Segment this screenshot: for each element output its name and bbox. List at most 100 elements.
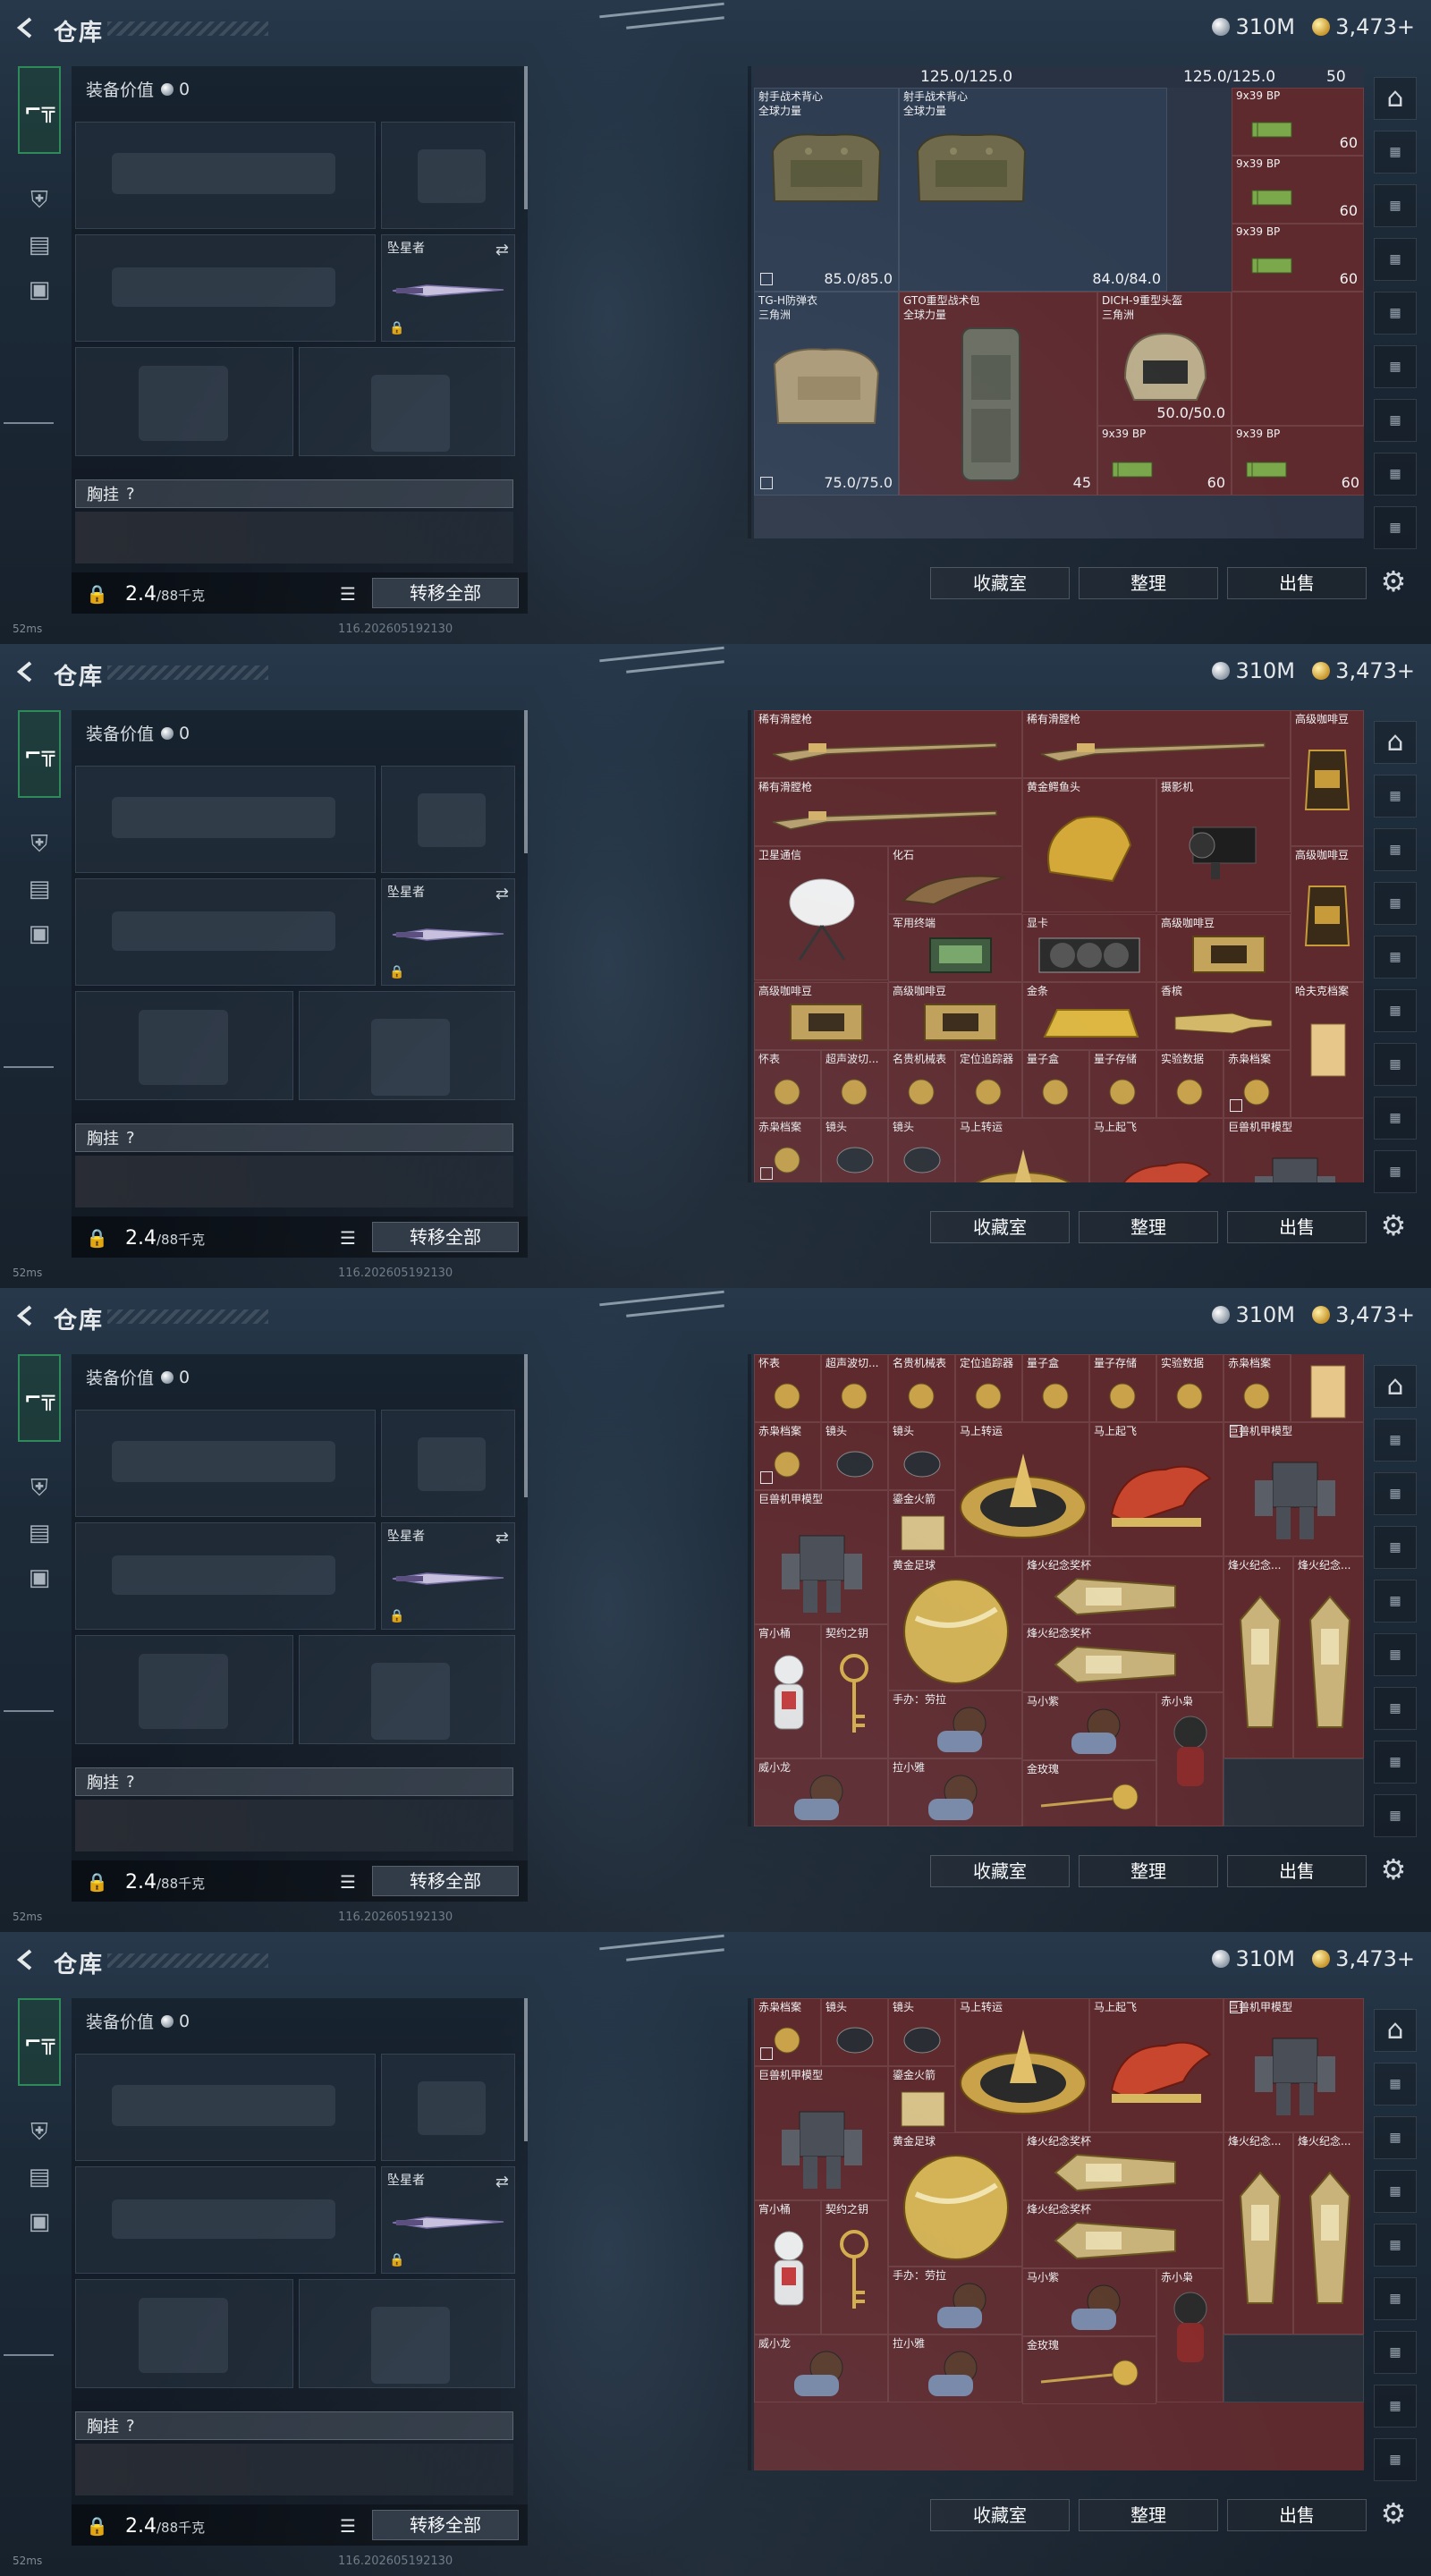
stash-empty-cell[interactable] bbox=[1232, 292, 1364, 426]
stash-item[interactable]: 鎏金火箭 bbox=[888, 2066, 955, 2134]
stash-grid[interactable]: 怀表 超声波切... 名贵机械表 定位追踪器 量子盒 量子存储 实验数据 赤枭档案 赤枭档案 镜头… bbox=[754, 1354, 1364, 1826]
vest-item[interactable]: 射手战术背心 全球力量 84.0/84.0 bbox=[899, 88, 1167, 292]
sell-button[interactable]: 出售 bbox=[1227, 1211, 1367, 1243]
stash-item[interactable]: 烽火纪念... bbox=[1293, 2132, 1364, 2334]
stash-page-5[interactable]: ▦ bbox=[1374, 1633, 1417, 1676]
stash-item[interactable]: 黄金足球 bbox=[888, 2132, 1022, 2267]
stash-item[interactable]: 马上转运 bbox=[955, 1118, 1089, 1182]
stash-item[interactable]: 金条 bbox=[1022, 982, 1156, 1050]
stash-item[interactable]: 马上起飞 bbox=[1089, 1422, 1224, 1556]
stash-item[interactable]: 名贵机械表 bbox=[888, 1354, 955, 1422]
stash-item[interactable]: 烽火纪念... bbox=[1293, 1556, 1364, 1758]
stash-page-6[interactable]: ▦ bbox=[1374, 399, 1417, 442]
stash-page-2[interactable]: ▦ bbox=[1374, 828, 1417, 871]
transfer-all-button[interactable]: 转移全部 bbox=[372, 1222, 519, 1252]
stash-item[interactable]: 赤枭档案 bbox=[754, 1422, 821, 1490]
silver-currency[interactable]: 310M bbox=[1212, 14, 1295, 39]
chest-rig-slot[interactable] bbox=[75, 2444, 513, 2496]
vest-item[interactable]: 射手战术背心 全球力量 85.0/85.0 bbox=[754, 88, 899, 292]
stash-item[interactable]: 巨兽机甲模型 bbox=[1224, 1118, 1364, 1182]
melee-slot[interactable]: 坠星者 ⇄ 🔒 bbox=[381, 2166, 515, 2274]
secondary-weapon-slot[interactable] bbox=[75, 1522, 376, 1630]
stash-item[interactable]: 化石 bbox=[888, 846, 1022, 914]
stash-page-4[interactable]: ▦ bbox=[1374, 2224, 1417, 2267]
stash-item[interactable]: 高级咖啡豆 bbox=[1291, 846, 1364, 982]
nav-weapon-tab[interactable]: ⌐╦ bbox=[18, 66, 61, 154]
stash-page-1[interactable]: ▦ bbox=[1374, 775, 1417, 818]
primary-weapon-slot[interactable] bbox=[75, 766, 376, 873]
help-icon[interactable]: ? bbox=[126, 2417, 135, 2436]
backpack-item[interactable]: GTO重型战术包 全球力量 45 bbox=[899, 292, 1097, 496]
stash-item[interactable]: 超声波切... bbox=[821, 1354, 888, 1422]
silver-currency[interactable]: 310M bbox=[1212, 658, 1295, 683]
equipment-scrollbar[interactable] bbox=[524, 1998, 528, 2141]
stash-grid[interactable]: 125.0/125.0 125.0/125.0 50 射手战术背心 全球力量 85.0/8… bbox=[754, 66, 1364, 538]
stash-page-6[interactable]: ▦ bbox=[1374, 1043, 1417, 1086]
helmet-slot[interactable] bbox=[75, 347, 293, 456]
stash-item[interactable]: 巨兽机甲模型 bbox=[754, 2066, 888, 2200]
stash-item[interactable]: 赤枭档案 bbox=[1224, 1050, 1291, 1118]
stash-item[interactable]: 高级咖啡豆 bbox=[1156, 914, 1291, 982]
secondary-weapon-slot[interactable] bbox=[75, 878, 376, 986]
swap-icon[interactable]: ⇄ bbox=[495, 241, 509, 259]
stash-item[interactable]: 定位追踪器 bbox=[955, 1354, 1022, 1422]
stash-scrollbar[interactable] bbox=[748, 1998, 751, 2470]
stash-item[interactable]: 稀有滑膛枪 bbox=[754, 778, 1022, 846]
stash-item[interactable]: 烽火纪念奖杯 bbox=[1022, 2132, 1224, 2200]
helmet-slot[interactable] bbox=[75, 2279, 293, 2388]
transfer-all-button[interactable]: 转移全部 bbox=[372, 1866, 519, 1896]
helmet-slot[interactable] bbox=[75, 1635, 293, 1744]
stash-item[interactable]: 赤枭档案 bbox=[754, 1998, 821, 2066]
stash-item[interactable]: 高级咖啡豆 bbox=[754, 982, 888, 1050]
stash-item[interactable]: 名贵机械表 bbox=[888, 1050, 955, 1118]
stash-item[interactable]: 烽火纪念... bbox=[1224, 2132, 1293, 2334]
stash-item[interactable]: 马小紫 bbox=[1022, 1692, 1156, 1760]
nav-armor-tab[interactable]: ⛨ bbox=[18, 1467, 61, 1510]
stash-item[interactable]: 量子存储 bbox=[1089, 1050, 1156, 1118]
stash-item[interactable]: 定位追踪器 bbox=[955, 1050, 1022, 1118]
transfer-all-button[interactable]: 转移全部 bbox=[372, 578, 519, 608]
chest-rig-slot[interactable] bbox=[75, 1800, 513, 1852]
stash-page-7[interactable]: ▦ bbox=[1374, 1097, 1417, 1140]
stash-item[interactable]: 金玫瑰 bbox=[1022, 2336, 1156, 2404]
stash-item[interactable]: 稀有滑膛枪 bbox=[1022, 710, 1291, 778]
back-button[interactable] bbox=[13, 1302, 41, 1331]
stash-item[interactable] bbox=[1291, 1354, 1364, 1422]
stash-page-8[interactable]: ▦ bbox=[1374, 2438, 1417, 2481]
gold-currency[interactable]: 3,473+ bbox=[1312, 1946, 1415, 1971]
stash-grid[interactable]: 赤枭档案 镜头 镜头 马上转运 马上起飞 巨兽机甲模型 巨兽机甲模型 鎏金火箭 黄金足球 烽火纪念… bbox=[754, 1998, 1364, 2470]
melee-slot[interactable]: 坠星者 ⇄ 🔒 bbox=[381, 234, 515, 342]
stash-scrollbar[interactable] bbox=[748, 710, 751, 1182]
gold-currency[interactable]: 3,473+ bbox=[1312, 658, 1415, 683]
nav-weapon-tab[interactable]: ⌐╦ bbox=[18, 1354, 61, 1442]
stash-item[interactable]: 香槟 bbox=[1156, 982, 1291, 1050]
settings-gear-icon[interactable]: ⚙ bbox=[1376, 1852, 1411, 1887]
swap-icon[interactable]: ⇄ bbox=[495, 2173, 509, 2191]
ammo-item[interactable]: 9x39 BP 60 bbox=[1232, 88, 1364, 156]
stash-page-3[interactable]: ▦ bbox=[1374, 238, 1417, 281]
pistol-slot[interactable] bbox=[381, 1410, 515, 1517]
stash-item[interactable]: 赤枭档案 bbox=[754, 1118, 821, 1182]
stash-page-1[interactable]: ▦ bbox=[1374, 131, 1417, 174]
back-button[interactable] bbox=[13, 14, 41, 43]
transfer-all-button[interactable]: 转移全部 bbox=[372, 2510, 519, 2540]
collection-room-button[interactable]: 收藏室 bbox=[930, 567, 1070, 599]
collection-room-button[interactable]: 收藏室 bbox=[930, 2499, 1070, 2531]
collection-room-button[interactable]: 收藏室 bbox=[930, 1211, 1070, 1243]
stash-empty-cell[interactable] bbox=[1224, 1758, 1364, 1826]
stash-item[interactable]: 拉小雅 bbox=[888, 1758, 1022, 1826]
stash-page-3[interactable]: ▦ bbox=[1374, 2170, 1417, 2213]
stash-page-5[interactable]: ▦ bbox=[1374, 989, 1417, 1032]
chest-rig-slot[interactable] bbox=[75, 512, 513, 564]
collection-room-button[interactable]: 收藏室 bbox=[930, 1855, 1070, 1887]
stash-page-4[interactable]: ▦ bbox=[1374, 1580, 1417, 1623]
ammo-item[interactable]: 9x39 BP 60 bbox=[1097, 426, 1232, 496]
stash-item[interactable]: 黄金鳄鱼头 bbox=[1022, 778, 1156, 912]
stash-item[interactable]: 金玫瑰 bbox=[1022, 1760, 1156, 1826]
settings-gear-icon[interactable]: ⚙ bbox=[1376, 2496, 1411, 2531]
stash-item[interactable]: 巨兽机甲模型 bbox=[1224, 1998, 1364, 2132]
stash-grid[interactable]: 稀有滑膛枪 稀有滑膛枪 高级咖啡豆 稀有滑膛枪 黄金鳄鱼头 摄影机 卫星通信 化石 高级咖啡豆军… bbox=[754, 710, 1364, 1182]
primary-weapon-slot[interactable] bbox=[75, 2054, 376, 2161]
stash-item[interactable]: 手办：劳拉 bbox=[888, 2267, 1022, 2334]
stash-item[interactable]: 拉小雅 bbox=[888, 2334, 1022, 2402]
